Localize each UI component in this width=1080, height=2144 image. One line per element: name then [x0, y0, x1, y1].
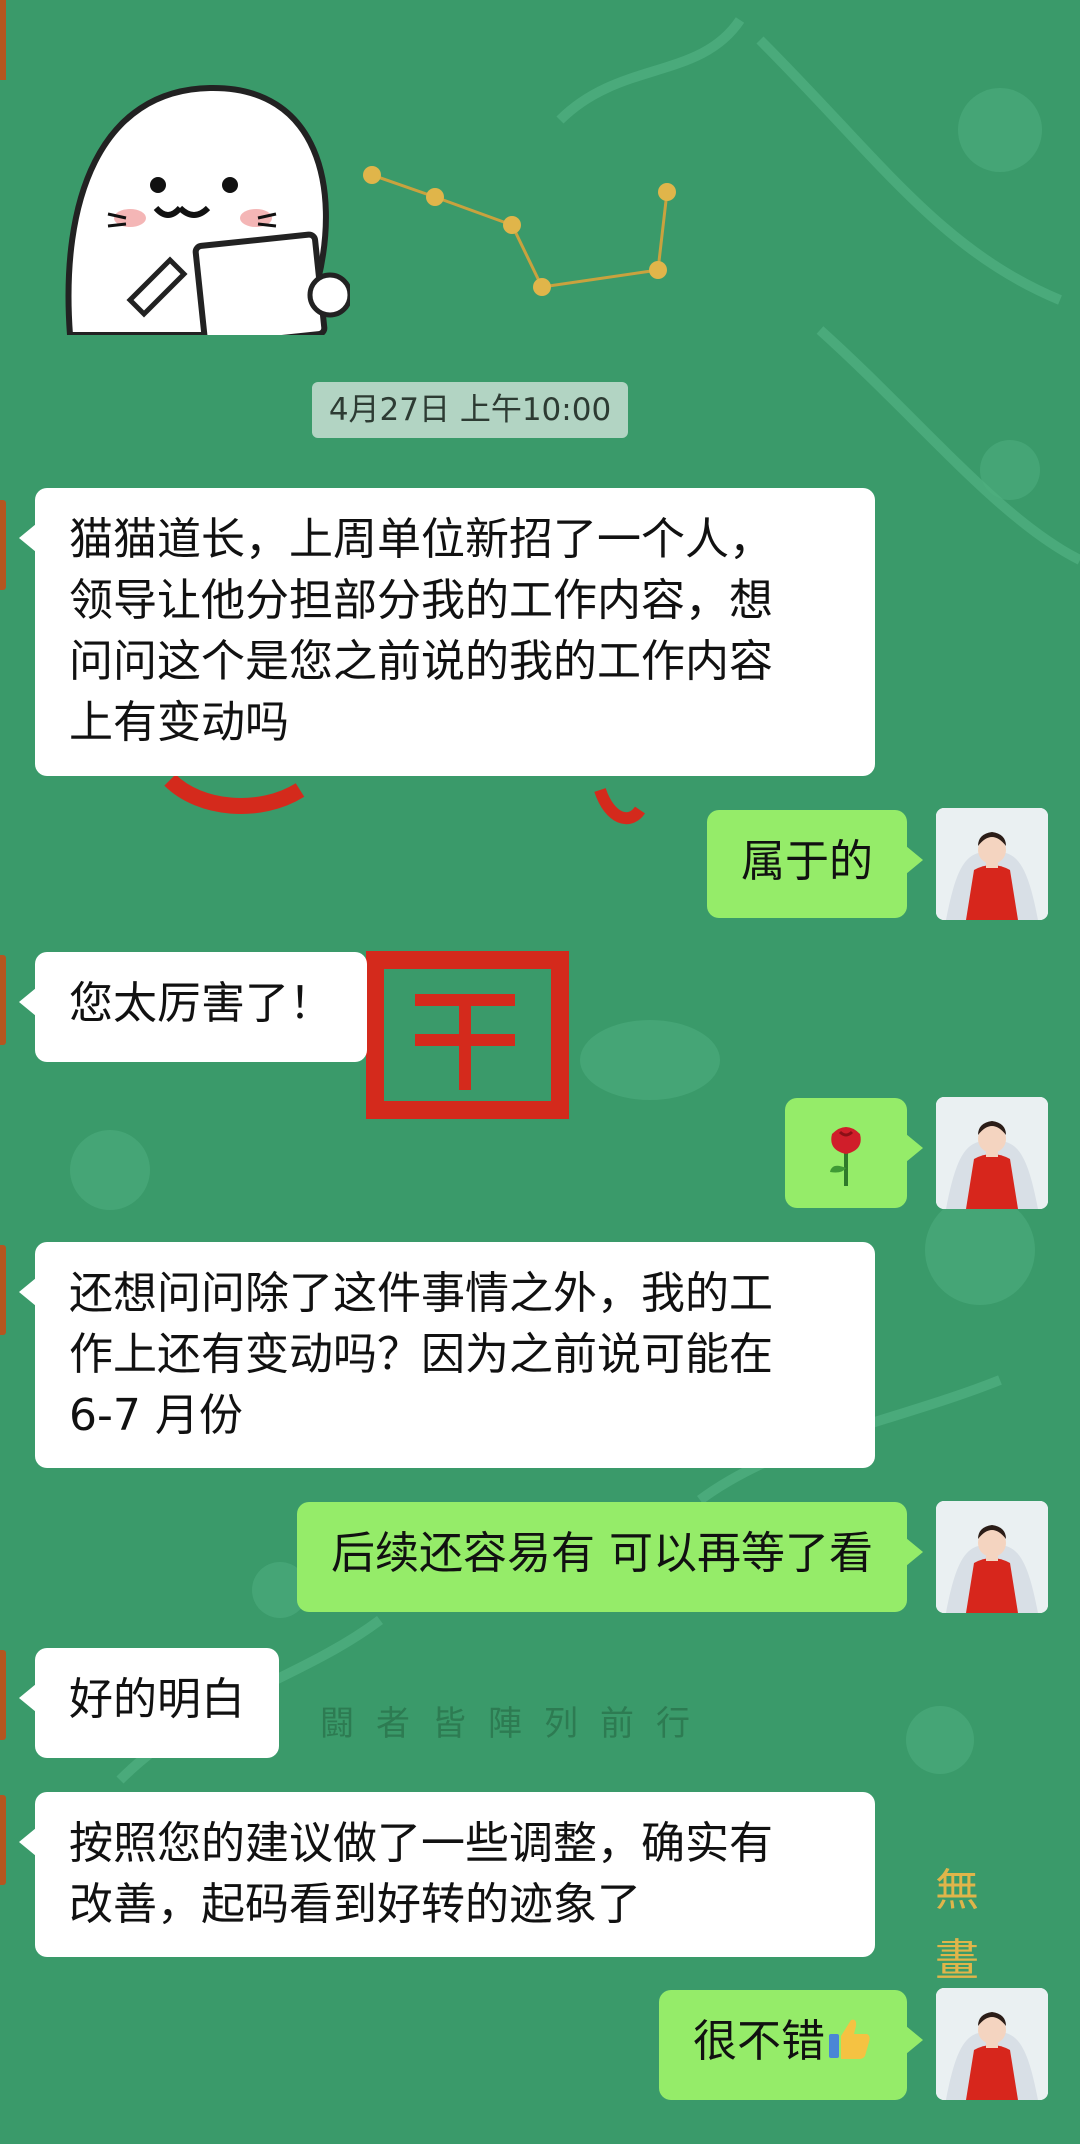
thumbs-up-icon: [829, 2019, 870, 2059]
message-line: 猫猫道长，上周单位新招了一个人，: [69, 514, 773, 565]
message-bubble-outgoing[interactable]: 很不错: [659, 1990, 923, 2100]
message-line: 上有变动吗: [69, 697, 289, 748]
left-edge-mark: [0, 955, 6, 1045]
message-text: 属于的: [741, 836, 873, 887]
svg-text:畫: 畫: [935, 1935, 979, 1986]
message-text: 后续还容易有 可以再等了看: [331, 1528, 873, 1579]
message-line: 还想问问除了这件事情之外，我的工: [69, 1268, 773, 1319]
left-edge-mark: [0, 500, 6, 590]
message-line: 按照您的建议做了一些调整，确实有: [69, 1818, 773, 1869]
avatar-image: [936, 1501, 1048, 1613]
message-line: 领导让他分担部分我的工作内容，想: [69, 575, 773, 626]
avatar-image: [936, 1097, 1048, 1209]
message-line: 改善，起码看到好转的迹象了: [69, 1879, 641, 1930]
left-edge-mark: [0, 1795, 6, 1885]
message-bubble-outgoing[interactable]: 后续还容易有 可以再等了看: [297, 1502, 923, 1612]
svg-text:無: 無: [935, 1865, 979, 1916]
message-bubble-incoming[interactable]: 猫猫道长，上周单位新招了一个人， 领导让他分担部分我的工作内容，想 问问这个是您…: [19, 488, 875, 776]
message-line: 问问这个是您之前说的我的工作内容: [69, 636, 773, 687]
avatar[interactable]: [936, 1988, 1048, 2100]
left-edge-mark: [0, 1650, 6, 1740]
background-text: 闘者皆陣列前行: [320, 1704, 712, 1744]
message-bubble-outgoing[interactable]: [785, 1098, 923, 1208]
avatar[interactable]: [936, 1097, 1048, 1209]
message-text: 您太厉害了！: [69, 978, 333, 1029]
avatar-image: [936, 1988, 1048, 2100]
message-bubble-incoming[interactable]: 还想问问除了这件事情之外，我的工 作上还有变动吗？因为之前说可能在 6-7 月份: [19, 1242, 875, 1468]
message-text: 好的明白: [69, 1674, 245, 1725]
message-bubble-incoming[interactable]: 按照您的建议做了一些调整，确实有 改善，起码看到好转的迹象了: [19, 1792, 875, 1957]
avatar-image: [936, 808, 1048, 920]
seal-sticker[interactable]: [60, 80, 350, 335]
message-bubble-incoming[interactable]: 您太厉害了！: [19, 952, 367, 1062]
message-bubble-incoming[interactable]: 好的明白: [19, 1648, 279, 1758]
avatar[interactable]: [936, 808, 1048, 920]
left-edge-mark: [0, 1245, 6, 1335]
message-line: 作上还有变动吗？因为之前说可能在: [69, 1329, 773, 1380]
message-text: 很不错: [693, 2016, 825, 2067]
message-bubble-outgoing[interactable]: 属于的: [707, 810, 923, 918]
rose-icon: [830, 1127, 861, 1186]
message-timestamp: 4月27日 上午10:00: [312, 382, 628, 438]
message-line: 6-7 月份: [69, 1390, 243, 1441]
avatar[interactable]: [936, 1501, 1048, 1613]
